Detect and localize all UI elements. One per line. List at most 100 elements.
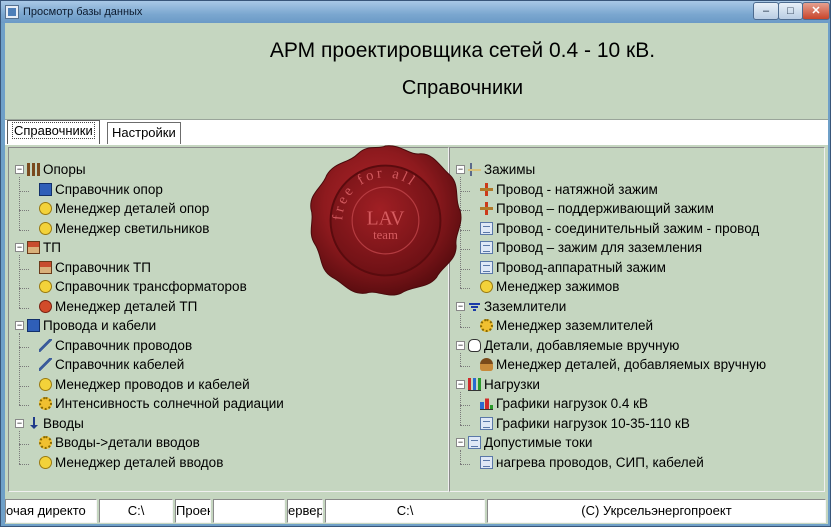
tree-connector [19,346,29,348]
tree-label: нагрева проводов, СИП, кабелей [496,454,704,470]
window-title: Просмотр базы данных [23,6,143,18]
tree-label: Менеджер заземлителей [496,318,654,334]
right-tree-item[interactable]: Провод – поддерживающий зажим [480,199,714,219]
tree-label: Менеджер деталей, добавляемых вручную [496,357,767,373]
tree-label: Провод - соединительный зажим - провод [496,220,760,236]
tab-directories[interactable]: Справочники [7,120,100,144]
left-tree-panel[interactable]: − Опоры Справочник опор Менеджер деталей оп… [8,147,449,492]
doc-icon [480,455,493,469]
tree-connector [19,229,29,231]
tab-settings-label: Настройки [112,125,176,140]
tree-connector [19,210,29,211]
support-clamp-icon [480,202,493,216]
status-project-value [213,499,285,523]
app-icon[interactable] [5,5,19,19]
right-tree-group[interactable]: − Нагрузки [456,375,540,395]
right-tree-item[interactable]: Менеджер деталей, добавляемых вручную [480,355,766,375]
right-tree-panel[interactable]: − Зажимы Провод - натяжной зажим Провод – п… [449,147,825,492]
page-title: АРМ проектировщика сетей 0.4 - 10 кВ. [269,39,656,62]
status-working-dir-value: C:\ [99,499,173,523]
tree-label: Графики нагрузок 0.4 кВ [496,396,649,412]
right-tree-item[interactable]: Графики нагрузок 0.4 кВ [480,394,648,414]
right-tree-item[interactable]: Провод – зажим для заземления [480,238,702,258]
tree-label: Менеджер деталей вводов [55,454,224,470]
status-copyright: (С) Укрсельэнергопроект [487,499,826,523]
tree-label: Опоры [43,162,86,178]
tree-connector [19,268,29,270]
left-tree-item[interactable]: Справочник проводов [39,336,192,356]
collapse-toggle[interactable]: − [15,418,24,428]
left-tree-item[interactable]: Справочник трансформаторов [39,277,247,297]
tree-label: Графики нагрузок 10-35-110 кВ [496,415,690,431]
left-tree-group[interactable]: − Вводы [15,414,84,434]
right-tree-group[interactable]: − Детали, добавляемые вручную [456,336,679,356]
left-tree-item[interactable]: Менеджер проводов и кабелей [39,375,250,395]
title-bar[interactable]: Просмотр базы данных – □ ✕ [1,1,830,23]
right-tree-item[interactable]: Графики нагрузок 10-35-110 кВ [480,414,690,434]
collapse-toggle[interactable]: − [15,243,24,253]
right-tree-item[interactable]: Менеджер заземлителей [480,316,653,336]
tree-connector [19,444,29,445]
left-tree-item[interactable]: Менеджер деталей опор [39,199,209,219]
tree-label: Провод - натяжной зажим [496,181,658,197]
right-tree-item[interactable]: Провод - соединительный зажим - провод [480,219,759,239]
tree-label: Нагрузки [484,376,540,392]
tree-label: Провода и кабели [43,318,157,334]
tree-connector [460,405,470,406]
tree-label: Вводы [43,415,84,431]
wire-icon [39,338,52,352]
left-tree-item[interactable]: Менеджер деталей ТП [39,297,197,317]
tab-settings[interactable]: Настройки [107,122,181,144]
right-tree-item[interactable]: Провод - натяжной зажим [480,180,658,200]
left-tree-item[interactable]: Справочник ТП [39,258,151,278]
substation-book-icon [39,260,52,274]
right-tree-item[interactable]: нагрева проводов, СИП, кабелей [480,453,704,473]
maximize-button[interactable]: □ [778,2,803,20]
left-tree-item[interactable]: Менеджер светильников [39,219,209,239]
left-tree-item[interactable]: Справочник кабелей [39,355,184,375]
close-button[interactable]: ✕ [802,2,830,20]
collapse-toggle[interactable]: − [456,438,465,448]
tree-label: Провод – поддерживающий зажим [496,201,714,217]
status-working-dir: очая директо [5,499,97,523]
collapse-toggle[interactable]: − [456,165,465,175]
collapse-toggle[interactable]: − [15,165,24,175]
left-tree-item[interactable]: Интенсивность солнечной радиации [39,394,284,414]
collapse-toggle[interactable]: − [456,379,465,389]
left-tree-group[interactable]: − ТП [15,238,61,258]
app-window: Просмотр базы данных – □ ✕ АРМ проектиро… [0,0,831,527]
collapse-toggle[interactable]: − [456,301,465,311]
tree-connector [19,463,29,465]
tree-connector [460,327,470,328]
right-tree-group[interactable]: − Зажимы [456,160,535,180]
tree-label: Интенсивность солнечной радиации [55,396,284,412]
tree-connector [460,391,461,425]
right-tree-group[interactable]: − Заземлители [456,297,566,317]
collapse-toggle[interactable]: − [456,340,465,350]
ground-icon [468,299,481,313]
doc-group-icon [468,436,481,450]
collapse-toggle[interactable]: − [15,321,24,331]
right-tree-item[interactable]: Менеджер зажимов [480,277,619,297]
left-tree-item[interactable]: Справочник опор [39,180,163,200]
left-tree-item[interactable]: Вводы->детали вводов [39,433,200,453]
tab-directories-label: Справочники [12,122,95,139]
tree-label: Вводы->детали вводов [55,435,200,451]
tree-connector [460,424,470,426]
tree-label: Справочник опор [55,181,163,197]
left-tree-group[interactable]: − Опоры [15,160,86,180]
minimize-button[interactable]: – [753,2,779,20]
right-tree-group[interactable]: − Допустимые токи [456,433,592,453]
tree-label: Провод-аппаратный зажим [496,259,666,275]
sun-icon [39,397,52,411]
tree-connector [19,177,20,230]
lamp-icon [39,221,52,235]
right-tree-item[interactable]: Провод-аппаратный зажим [480,258,666,278]
tree-connector [19,288,29,289]
left-tree-group[interactable]: − Провода и кабели [15,316,156,336]
left-tree-item[interactable]: Менеджер деталей вводов [39,453,223,473]
tree-connector [460,366,470,367]
red-smiley-icon [39,299,52,313]
tree-connector [460,268,470,270]
tree-label: Допустимые токи [484,435,593,451]
